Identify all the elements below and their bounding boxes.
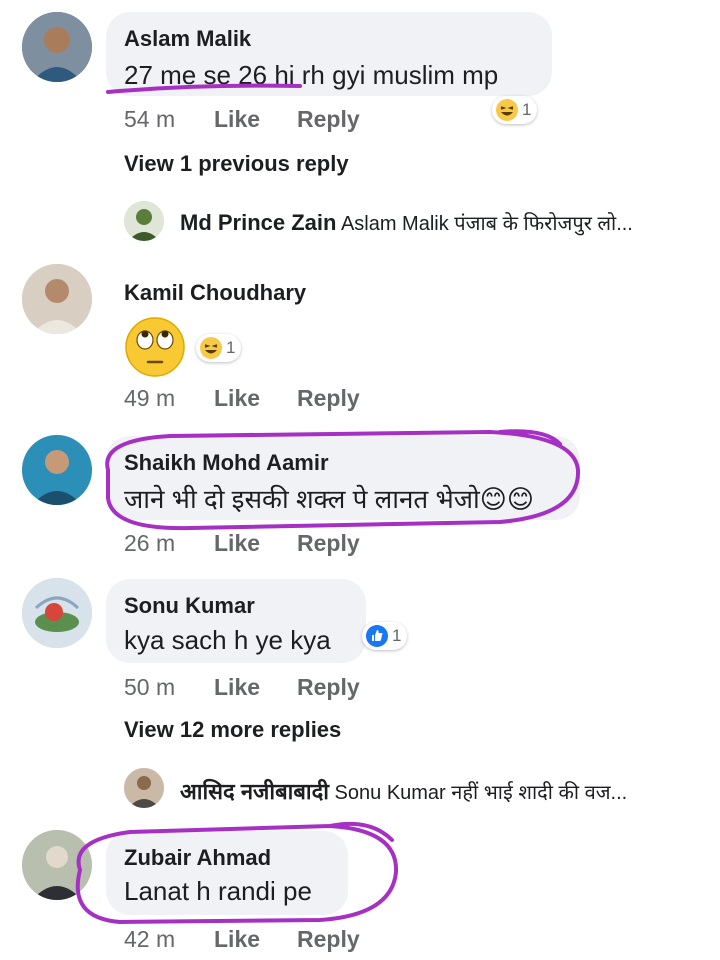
haha-reaction-icon bbox=[200, 337, 222, 359]
comment-text: 27 me se 26 hi rh gyi muslim mp bbox=[124, 60, 499, 90]
reaction-count: 1 bbox=[522, 100, 532, 119]
comment-author[interactable]: Aslam Malik bbox=[124, 26, 251, 52]
avatar-photo-icon bbox=[22, 12, 92, 82]
comment-author[interactable]: Shaikh Mohd Aamir bbox=[124, 450, 329, 476]
view-previous-replies-link[interactable]: View 1 previous reply bbox=[124, 151, 349, 177]
nested-reply-preview[interactable]: आसिद नजीबाबादी Sonu Kumar नहीं भाई शादी … bbox=[180, 776, 627, 806]
reaction-summary[interactable]: 1 bbox=[362, 622, 408, 650]
reaction-summary[interactable]: 1 bbox=[492, 96, 538, 124]
haha-reaction-icon bbox=[496, 99, 518, 121]
comment-text: जाने भी दो इसकी शक्ल पे लानत भेजो😊😊 bbox=[124, 484, 534, 514]
comment-text: kya sach h ye kya bbox=[124, 625, 331, 655]
reaction-count: 1 bbox=[226, 338, 236, 357]
reply-button[interactable]: Reply bbox=[297, 106, 360, 133]
comment-text: Lanat h randi pe bbox=[124, 876, 312, 906]
reaction-summary[interactable]: 1 bbox=[196, 334, 242, 362]
avatar-photo-icon bbox=[124, 201, 164, 241]
nested-reply-text: Sonu Kumar नहीं भाई शादी की वज... bbox=[334, 782, 628, 804]
avatar[interactable] bbox=[22, 435, 92, 505]
comment-author[interactable]: Kamil Choudhary bbox=[124, 280, 306, 306]
reply-button[interactable]: Reply bbox=[297, 674, 360, 701]
avatar[interactable] bbox=[22, 264, 92, 334]
comment-time: 26 m bbox=[124, 530, 176, 556]
avatar-photo-icon bbox=[22, 264, 92, 334]
avatar[interactable] bbox=[22, 830, 92, 900]
like-button[interactable]: Like bbox=[214, 530, 260, 557]
eye-roll-emoji-icon bbox=[125, 317, 185, 377]
comment-time: 49 m bbox=[124, 385, 176, 411]
nested-reply-author: Md Prince Zain bbox=[180, 210, 337, 235]
nested-reply-author: आसिद नजीबाबादी bbox=[180, 779, 329, 804]
avatar-photo-icon bbox=[124, 768, 164, 808]
comment-time: 50 m bbox=[124, 674, 176, 700]
avatar[interactable] bbox=[22, 12, 92, 82]
like-button[interactable]: Like bbox=[214, 674, 260, 701]
nested-reply-preview[interactable]: Md Prince Zain Aslam Malik पंजाब के फिरो… bbox=[180, 209, 633, 236]
avatar-photo-icon bbox=[22, 830, 92, 900]
avatar-photo-icon bbox=[22, 578, 92, 648]
avatar-photo-icon bbox=[22, 435, 92, 505]
reply-button[interactable]: Reply bbox=[297, 926, 360, 953]
comment-time: 54 m bbox=[124, 106, 176, 132]
like-button[interactable]: Like bbox=[214, 106, 260, 133]
nested-reply-text: Aslam Malik पंजाब के फिरोजपुर लो... bbox=[340, 213, 633, 235]
reply-button[interactable]: Reply bbox=[297, 530, 360, 557]
comment-time: 42 m bbox=[124, 926, 176, 952]
comment-author[interactable]: Zubair Ahmad bbox=[124, 845, 271, 871]
reply-avatar[interactable] bbox=[124, 768, 164, 808]
like-button[interactable]: Like bbox=[214, 385, 260, 412]
avatar[interactable] bbox=[22, 578, 92, 648]
reply-button[interactable]: Reply bbox=[297, 385, 360, 412]
comment-author[interactable]: Sonu Kumar bbox=[124, 593, 255, 619]
view-more-replies-link[interactable]: View 12 more replies bbox=[124, 717, 341, 743]
like-button[interactable]: Like bbox=[214, 926, 260, 953]
like-reaction-icon bbox=[366, 625, 388, 647]
reply-avatar[interactable] bbox=[124, 201, 164, 241]
reaction-count: 1 bbox=[392, 626, 402, 645]
